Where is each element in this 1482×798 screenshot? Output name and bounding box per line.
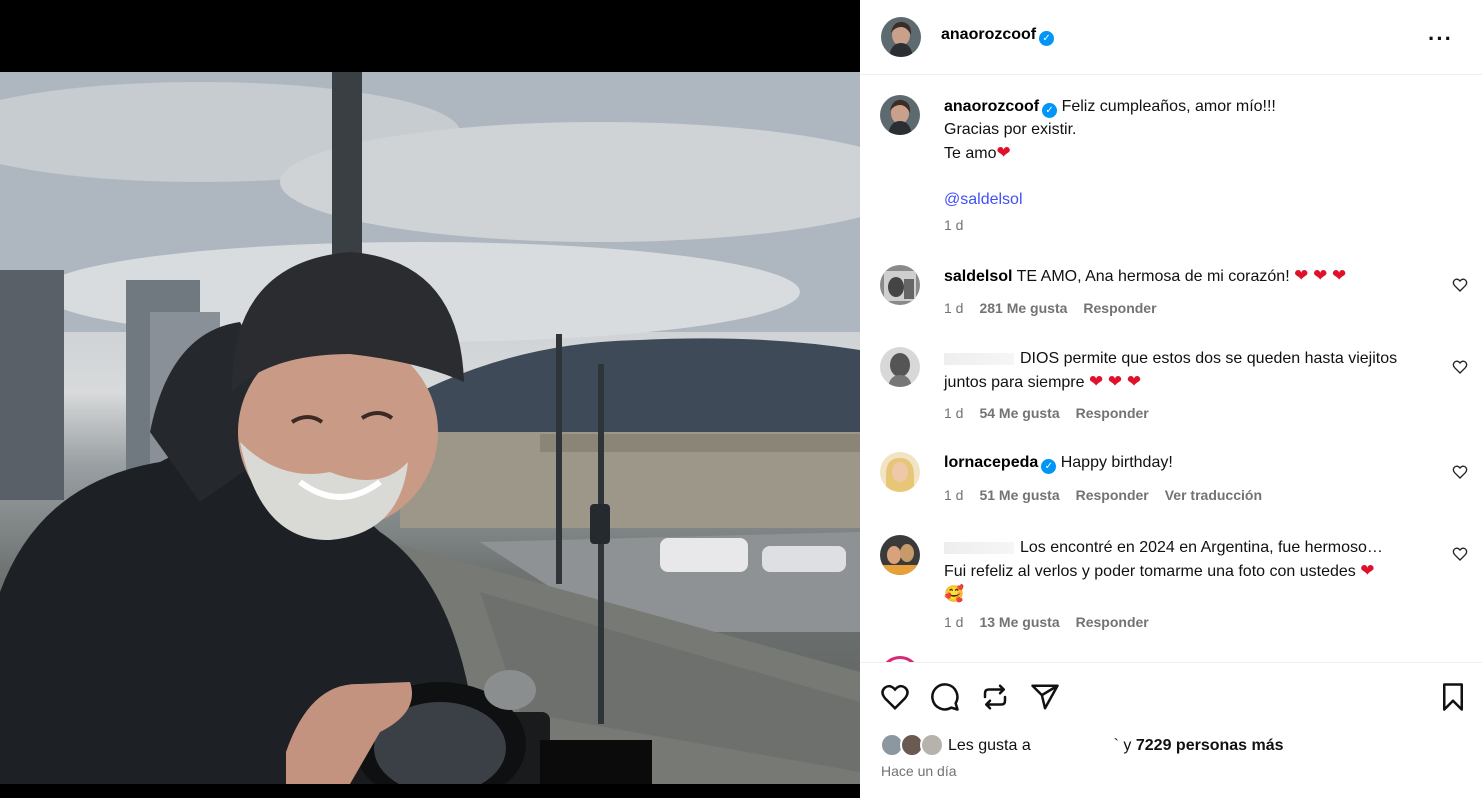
author-avatar[interactable] — [881, 17, 921, 57]
media-viewer — [0, 0, 860, 798]
comment-avatar[interactable] — [880, 452, 920, 492]
translate-button[interactable]: Ver traducción — [1165, 487, 1262, 503]
caption-line-3: Te amo — [944, 145, 997, 162]
comment-likes[interactable]: 51 Me gusta — [979, 487, 1059, 503]
reply-button[interactable]: Responder — [1076, 405, 1149, 421]
verified-badge-icon: ✓ — [1041, 459, 1057, 474]
comment-item: saldelsol TE AMO, Ana hermosa de mi cora… — [880, 264, 1470, 334]
repost-icon[interactable] — [980, 682, 1010, 712]
comment-age: 1 d — [944, 300, 964, 316]
comment-username[interactable]: lornacepeda — [944, 454, 1038, 471]
comment-age: 1 d — [944, 487, 964, 503]
verified-badge-icon: ✓ — [1039, 31, 1055, 46]
comment-text: Happy birthday! — [1060, 454, 1173, 471]
likes-summary[interactable]: Les gusta a ` y 7229 personas más — [948, 737, 1284, 755]
comments-list: anaorozcoof ✓ Feliz cumpleaños, amor mío!… — [860, 76, 1482, 662]
comment-item: Los encontré en 2024 en Argentina, fue h… — [880, 533, 1470, 643]
post-panel: anaorozcoof ✓ ··· anaorozcoof ✓ Feliz cump… — [860, 0, 1482, 798]
comment-avatar[interactable] — [880, 535, 920, 575]
comment-age: 1 d — [944, 614, 964, 630]
comment-avatar[interactable] — [880, 265, 920, 305]
heart-emoji-icon: ❤ ❤ ❤ — [1088, 372, 1142, 391]
heart-emoji-icon: ❤ ❤ ❤ — [1294, 266, 1347, 285]
comment-likes[interactable]: 54 Me gusta — [979, 405, 1059, 421]
post-time: Hace un día — [881, 763, 957, 779]
reply-button[interactable]: Responder — [1076, 614, 1149, 630]
comment-likes[interactable]: 13 Me gusta — [979, 614, 1059, 630]
reply-button[interactable]: Responder — [1076, 487, 1149, 503]
post-photo[interactable] — [0, 72, 860, 784]
comment-item: lornacepeda ✓ Happy birthday! 1 d 51 Me gu… — [880, 450, 1470, 520]
comment-likes[interactable]: 281 Me gusta — [979, 300, 1067, 316]
comment-text-line-2: Fui refeliz al verlos y poder tomarme un… — [944, 563, 1356, 580]
verified-badge-icon: ✓ — [1042, 103, 1058, 118]
blurred-username — [944, 352, 1014, 365]
heart-emoji-icon: ❤ — [1360, 561, 1375, 580]
heart-icon[interactable] — [880, 682, 910, 712]
comment-text-line-2: juntos para siempre — [944, 374, 1085, 391]
reply-button[interactable]: Responder — [1083, 300, 1156, 316]
comment-text: Los encontré en 2024 en Argentina, fue h… — [1020, 539, 1383, 556]
comment-avatar[interactable] — [880, 347, 920, 387]
comment-text: DIOS permite que estos dos se queden has… — [1020, 350, 1398, 367]
photo-illustration — [0, 72, 860, 784]
author-username[interactable]: anaorozcoof — [941, 26, 1036, 43]
comment-age: 1 d — [944, 405, 964, 421]
bookmark-icon[interactable] — [1438, 682, 1468, 712]
blurred-username — [944, 541, 1014, 554]
caption-line-2: Gracias por existir. — [944, 121, 1077, 138]
comment-text: TE AMO, Ana hermosa de mi corazón! — [1016, 268, 1290, 285]
caption: anaorozcoof ✓ Feliz cumpleaños, amor mío!… — [880, 76, 1470, 246]
caption-line-1: Feliz cumpleaños, amor mío!!! — [1061, 98, 1276, 115]
caption-avatar[interactable] — [880, 95, 920, 135]
likes-suffix: ` y — [1113, 737, 1132, 754]
more-options-icon[interactable]: ··· — [1428, 26, 1453, 52]
smiling-hearts-emoji-icon: 🥰 — [944, 586, 964, 603]
comment-item: DIOS permite que estos dos se queden has… — [880, 346, 1470, 438]
comment-like-heart-icon[interactable] — [1452, 277, 1468, 293]
comment-like-heart-icon[interactable] — [1452, 546, 1468, 562]
likes-prefix: Les gusta a — [948, 737, 1031, 754]
post-header: anaorozcoof ✓ ··· — [860, 0, 1482, 75]
likes-count[interactable]: 7229 personas más — [1136, 737, 1284, 754]
send-icon[interactable] — [1030, 682, 1060, 712]
comment-like-heart-icon[interactable] — [1452, 464, 1468, 480]
post-actions: Les gusta a ` y 7229 personas más Hace u… — [860, 662, 1482, 798]
liker-avatar — [920, 733, 944, 757]
comment-icon[interactable] — [930, 682, 960, 712]
comment-username[interactable]: saldelsol — [944, 268, 1012, 285]
caption-username[interactable]: anaorozcoof — [944, 98, 1039, 115]
comment-like-heart-icon[interactable] — [1452, 359, 1468, 375]
mention-link[interactable]: @saldelsol — [944, 191, 1023, 208]
heart-emoji-icon: ❤ — [996, 143, 1011, 162]
caption-age: 1 d — [944, 217, 964, 233]
